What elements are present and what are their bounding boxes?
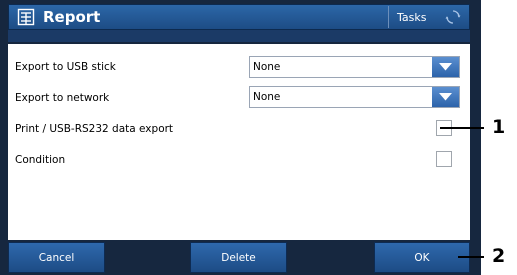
callout-lines (440, 127, 484, 258)
callout-2: 2 (492, 245, 506, 267)
callout-1: 1 (492, 116, 506, 138)
